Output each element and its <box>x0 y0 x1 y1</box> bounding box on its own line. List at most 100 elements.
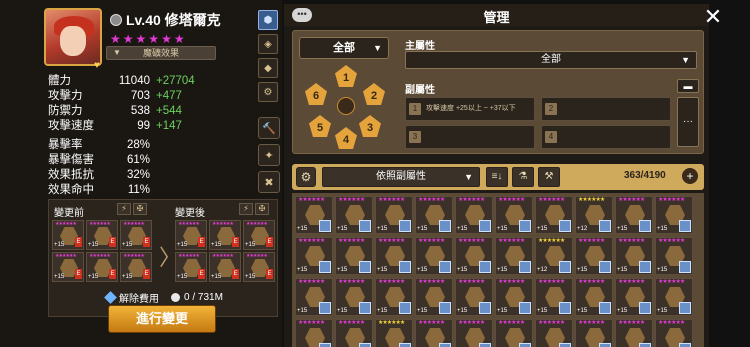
rune-item[interactable]: ★★★★★★ <box>495 319 533 347</box>
rune-item[interactable]: ★★★★★★ +15 <box>455 278 493 316</box>
rune-item[interactable]: ★★★★★★ <box>615 319 653 347</box>
hero-thumbnail <box>479 343 491 347</box>
rune-slot[interactable]: ★★★★★★ +15 E <box>175 252 207 282</box>
sub-attr-slot-1[interactable]: 1 攻擊速度 +25以上 ~ +37以下 <box>405 97 535 121</box>
rune-slot-filter-6[interactable]: 6 <box>305 83 327 105</box>
rune-slot[interactable]: ★★★★★★ +15 E <box>209 252 241 282</box>
manager-header: ••• 管理 <box>284 4 709 26</box>
rune-slot-filter-5[interactable]: 5 <box>309 115 331 137</box>
rune-slot[interactable]: ★★★★★★ +15 E <box>86 252 118 282</box>
rune-item[interactable]: ★★★★★★ +15 <box>495 237 533 275</box>
hero-thumbnail <box>359 261 371 273</box>
add-icon[interactable]: + <box>682 168 698 184</box>
hero-thumbnail <box>639 261 651 273</box>
gear-icon[interactable]: ⚙ <box>296 167 316 187</box>
rune-slot-filter-4[interactable]: 4 <box>335 127 357 149</box>
rune-level: +12 <box>577 226 588 232</box>
rune-item[interactable]: ★★★★★★ +15 <box>575 278 613 316</box>
rune-effect-button[interactable]: ▼ 魔礦效果 <box>106 46 216 60</box>
hero-thumbnail <box>519 220 531 232</box>
rune-item[interactable]: ★★★★★★ +15 <box>415 196 453 234</box>
rune-item[interactable]: ★★★★★★ +15 <box>295 196 333 234</box>
sort-dropdown[interactable]: 依照副屬性 ▼ <box>322 167 480 187</box>
rune-item[interactable]: ★★★★★★ +15 <box>375 278 413 316</box>
rune-slot[interactable]: ★★★★★★ +15 E <box>86 220 118 250</box>
rune-slot[interactable]: ★★★★★★ +15 E <box>243 252 275 282</box>
rune-stars: ★★★★★★ <box>55 221 77 227</box>
apply-change-button[interactable]: 進行變更 <box>108 305 216 333</box>
close-icon[interactable]: ✕ <box>702 6 724 28</box>
rune-item[interactable]: ★★★★★★ +15 <box>615 237 653 275</box>
rune-item[interactable]: ★★★★★★ <box>375 319 413 347</box>
rune-item[interactable]: ★★★★★★ <box>455 319 493 347</box>
rune-item[interactable]: ★★★★★★ +15 <box>455 237 493 275</box>
rune-slot[interactable]: ★★★★★★ +15 E <box>175 220 207 250</box>
sort-order-icon[interactable]: ≡↓ <box>486 167 508 187</box>
sub-attr-toggle[interactable]: ▬ <box>677 79 699 93</box>
rune-item[interactable]: ★★★★★★ +15 <box>615 278 653 316</box>
filter-panel: 全部 ▼ 1 2 3 4 5 6 主屬性 全部 ▼ 副屬性 ▬ 1 攻擊速度 +… <box>292 30 704 154</box>
rune-item[interactable]: ★★★★★★ +15 <box>535 278 573 316</box>
rune-slot[interactable]: ★★★★★★ +15 E <box>52 220 84 250</box>
rune-item[interactable]: ★★★★★★ <box>335 319 373 347</box>
rune-slot[interactable]: ★★★★★★ +15 E <box>52 252 84 282</box>
rune-slot-tab-2[interactable]: ◈ <box>258 34 278 54</box>
hero-thumbnail <box>359 343 371 347</box>
rune-item[interactable]: ★★★★★★ +15 <box>575 237 613 275</box>
rune-item[interactable]: ★★★★★★ +12 <box>535 237 573 275</box>
main-attr-dropdown[interactable]: 全部 ▼ <box>405 51 697 69</box>
rune-item[interactable]: ★★★★★★ <box>535 319 573 347</box>
rune-stars: ★★★★★★ <box>55 253 77 259</box>
sub-attr-slot-4[interactable]: 4 <box>541 125 671 149</box>
sub-attr-more-button[interactable]: ··· <box>677 97 699 147</box>
rune-item[interactable]: ★★★★★★ +15 <box>615 196 653 234</box>
rune-slot-filter-2[interactable]: 2 <box>363 83 385 105</box>
rune-slot-tab-1[interactable]: ⬢ <box>258 10 278 30</box>
rune-slot-filter-3[interactable]: 3 <box>359 115 381 137</box>
rune-item[interactable]: ★★★★★★ <box>295 319 333 347</box>
cost-label: 解除費用 <box>119 294 159 305</box>
rune-slot-tab-3[interactable]: ◆ <box>258 58 278 78</box>
stat-value: 538 <box>130 105 150 117</box>
rune-item[interactable]: ★★★★★★ +15 <box>335 196 373 234</box>
rune-slot-tab-4[interactable]: ⚙ <box>258 82 278 102</box>
potion-icon[interactable]: ⚗ <box>512 167 534 187</box>
rune-item[interactable]: ★★★★★★ +15 <box>375 237 413 275</box>
rune-slot[interactable]: ★★★★★★ +15 E <box>120 252 152 282</box>
rune-item[interactable]: ★★★★★★ +15 <box>335 237 373 275</box>
hammer-icon[interactable]: ⚒ <box>538 167 560 187</box>
rune-slot[interactable]: ★★★★★★ +15 E <box>120 220 152 250</box>
sub-attr-slot-2[interactable]: 2 <box>541 97 671 121</box>
rune-item[interactable]: ★★★★★★ +15 <box>495 278 533 316</box>
rune-slot-filter-1[interactable]: 1 <box>335 65 357 87</box>
rune-item[interactable]: ★★★★★★ +15 <box>295 237 333 275</box>
rune-level: +15 <box>497 226 508 232</box>
rune-slot[interactable]: ★★★★★★ +15 E <box>209 220 241 250</box>
rune-item[interactable]: ★★★★★★ +15 <box>415 237 453 275</box>
rune-item[interactable]: ★★★★★★ +15 <box>375 196 413 234</box>
rune-item[interactable]: ★★★★★★ +15 <box>415 278 453 316</box>
rune-item[interactable]: ★★★★★★ +15 <box>455 196 493 234</box>
gear-cancel-icon[interactable]: ✖ <box>258 171 280 193</box>
rune-item[interactable]: ★★★★★★ +15 <box>295 278 333 316</box>
gear-star-icon[interactable]: ✦ <box>258 144 280 166</box>
rune-item[interactable]: ★★★★★★ <box>655 319 693 347</box>
rune-item[interactable]: ★★★★★★ +15 <box>655 278 693 316</box>
sub-attr-slot-3[interactable]: 3 <box>405 125 535 149</box>
hero-portrait[interactable]: ♥ <box>44 8 102 71</box>
rune-item[interactable]: ★★★★★★ +15 <box>535 196 573 234</box>
rune-stars: ★★★★★★ <box>246 253 268 259</box>
hero-thumbnail <box>599 220 611 232</box>
rune-item[interactable]: ★★★★★★ +15 <box>655 237 693 275</box>
rune-level: +12 <box>537 267 548 273</box>
rune-item[interactable]: ★★★★★★ +15 <box>655 196 693 234</box>
rune-item[interactable]: ★★★★★★ <box>575 319 613 347</box>
rune-stars: ★★★★★★ <box>498 320 525 326</box>
rune-item[interactable]: ★★★★★★ +15 <box>495 196 533 234</box>
rune-item[interactable]: ★★★★★★ <box>415 319 453 347</box>
rune-slot[interactable]: ★★★★★★ +15 E <box>243 220 275 250</box>
rune-item[interactable]: ★★★★★★ +15 <box>335 278 373 316</box>
rune-item[interactable]: ★★★★★★ +12 <box>575 196 613 234</box>
set-filter-dropdown[interactable]: 全部 ▼ <box>299 37 389 59</box>
hammer-icon[interactable]: 🔨 <box>258 117 280 139</box>
